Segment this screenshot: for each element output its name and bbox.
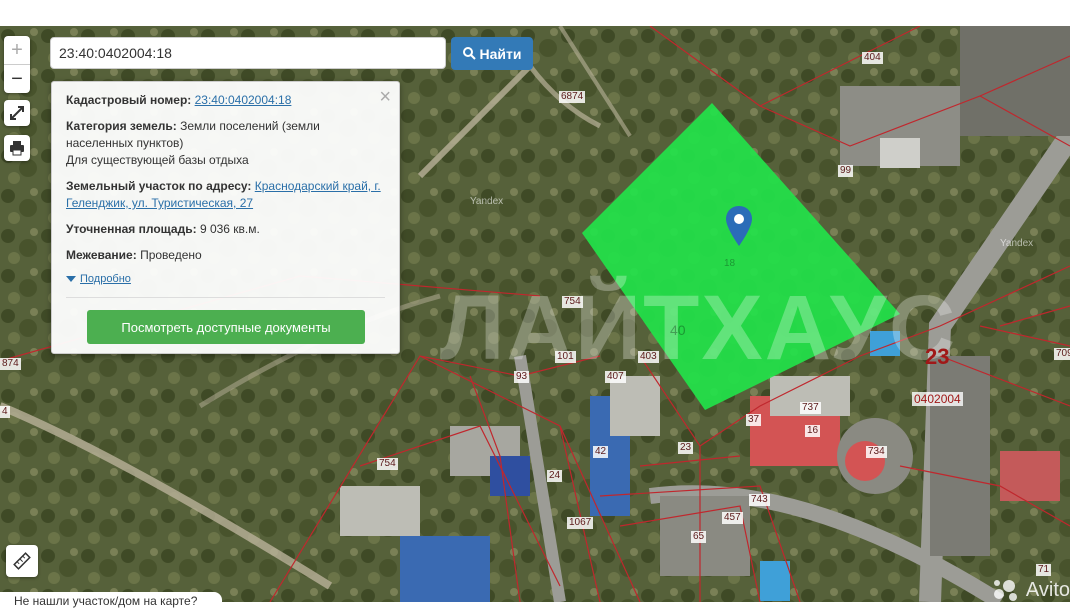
close-icon[interactable]: × — [379, 86, 391, 109]
watermark-text: ЛАЙТХАУС — [440, 277, 958, 379]
parcel-label: 42 — [593, 446, 609, 458]
provider-label: Yandex — [1000, 238, 1034, 249]
parcel-label: 457 — [722, 512, 743, 524]
search-button[interactable]: Найти — [451, 37, 533, 70]
parcel-label: 37 — [746, 414, 762, 426]
avito-logo-icon — [993, 580, 1017, 601]
caret-down-icon — [66, 276, 76, 282]
details-toggle[interactable]: Подробно — [66, 273, 385, 285]
parcel-label: 734 — [866, 446, 887, 458]
parcel-label: 754 — [562, 296, 583, 308]
divider — [66, 297, 385, 298]
ruler-icon — [13, 552, 31, 570]
zoom-control: + − — [4, 36, 30, 93]
survey-value: Проведено — [140, 248, 202, 262]
expand-icon — [10, 106, 24, 120]
parcel-info-popup: × Кадастровый номер: 23:40:0402004:18 Ка… — [51, 81, 400, 354]
parcel-label: 18 — [724, 258, 736, 269]
fullscreen-button[interactable] — [4, 100, 30, 126]
location-pin-icon[interactable] — [726, 206, 752, 246]
parcel-label: 24 — [547, 470, 563, 482]
parcel-label: 1067 — [567, 517, 594, 529]
address-label: Земельный участок по адресу: — [66, 179, 252, 193]
zoom-out-button[interactable]: − — [4, 64, 30, 93]
category-note: Для существующей базы отдыха — [66, 153, 249, 167]
parcel-label: 403 — [638, 351, 659, 363]
area-label: Уточненная площадь: — [66, 222, 197, 236]
parcel-label: 65 — [691, 531, 707, 543]
zoom-in-button[interactable]: + — [4, 36, 30, 64]
parcel-label: 4 — [0, 406, 10, 418]
parcel-label: 23 — [678, 442, 694, 454]
quarter-code: 0402004 — [912, 392, 963, 406]
parcel-label: 404 — [862, 52, 883, 64]
avito-watermark: Avito — [993, 578, 1070, 602]
district-number: 23 — [925, 344, 950, 369]
parcel-label: 737 — [800, 402, 821, 414]
avito-label: Avito — [1025, 578, 1070, 601]
search-button-label: Найти — [479, 45, 522, 62]
provider-label: Yandex — [470, 196, 504, 207]
survey-label: Межевание: — [66, 248, 137, 262]
parcel-label: 40 — [670, 322, 686, 338]
printer-icon — [10, 141, 24, 156]
ruler-button[interactable] — [6, 545, 38, 577]
parcel-label: 874 — [0, 358, 21, 370]
search-icon — [462, 47, 476, 60]
parcel-label: 99 — [838, 165, 854, 177]
print-button[interactable] — [4, 135, 30, 161]
parcel-label: 93 — [514, 371, 530, 383]
cadastral-label: Кадастровый номер: — [66, 93, 192, 107]
area-value: 9 036 кв.м. — [199, 222, 260, 236]
parcel-label: 16 — [805, 425, 821, 437]
details-link: Подробно — [80, 273, 131, 285]
parcel-label: 71 — [1036, 564, 1052, 576]
cadastral-link[interactable]: 23:40:0402004:18 — [195, 93, 292, 107]
view-documents-button[interactable]: Посмотреть доступные документы — [87, 310, 365, 344]
category-label: Категория земель: — [66, 119, 177, 133]
parcel-label: 407 — [605, 371, 626, 383]
parcel-label: 754 — [377, 458, 398, 470]
search-input[interactable]: 23:40:0402004:18 — [50, 37, 446, 69]
parcel-label: 743 — [749, 494, 770, 506]
parcel-label: 101 — [555, 351, 576, 363]
missing-parcel-hint[interactable]: Не нашли участок/дом на карте? — [0, 592, 222, 608]
parcel-label: 709 — [1054, 348, 1070, 360]
parcel-label: 6874 — [559, 91, 586, 103]
